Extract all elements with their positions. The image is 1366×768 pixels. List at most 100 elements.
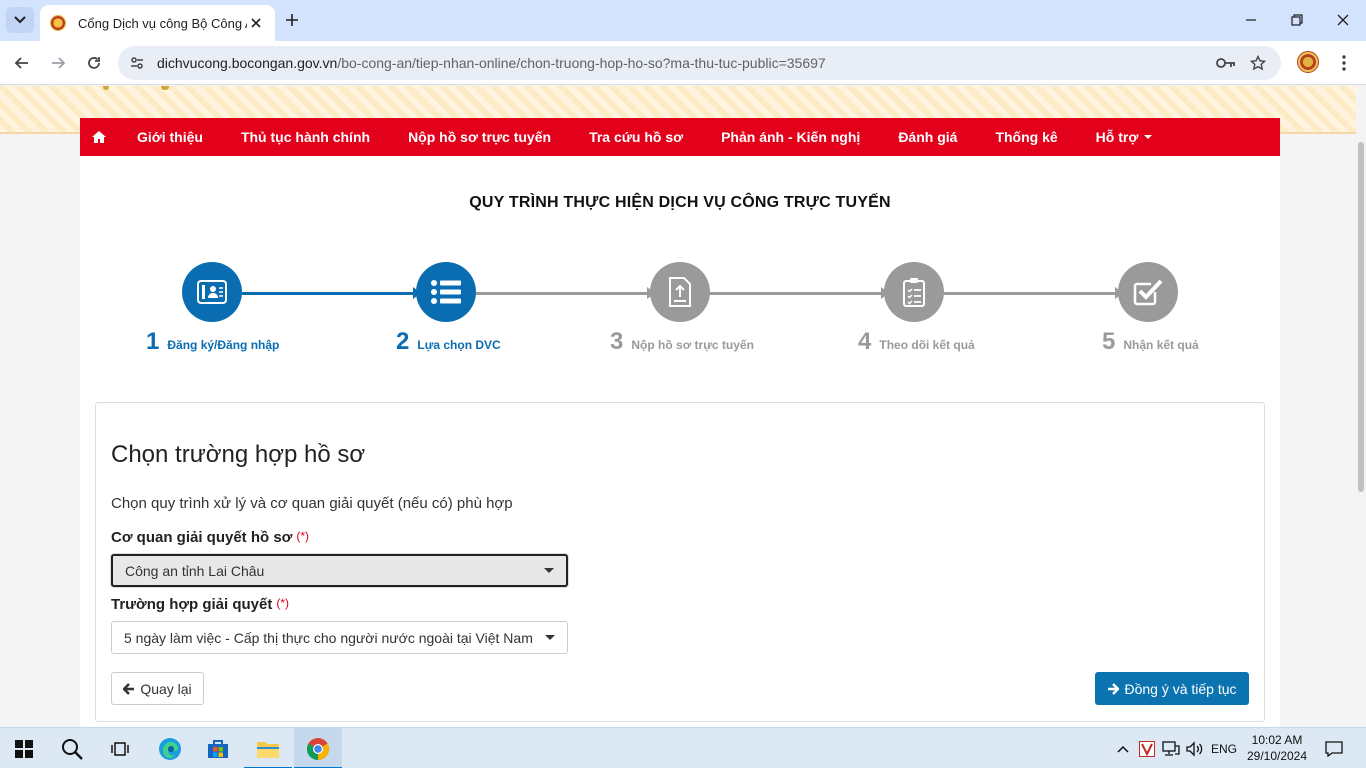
notifications-button[interactable] xyxy=(1320,728,1348,768)
nav-item-ho-tro[interactable]: Hỗ trợ xyxy=(1077,118,1172,156)
step-connector xyxy=(242,292,416,295)
nav-item-phan-anh[interactable]: Phản ánh - Kiến nghị xyxy=(702,118,879,156)
agency-select[interactable]: Công an tỉnh Lai Châu xyxy=(111,554,568,587)
agree-continue-label: Đồng ý và tiếp tục xyxy=(1124,680,1237,697)
required-mark: (*) xyxy=(296,529,310,543)
plus-icon xyxy=(286,14,298,26)
browser-menu-button[interactable] xyxy=(1331,50,1357,76)
case-selection-card: Chọn trường hợp hồ sơ Chọn quy trình xử … xyxy=(95,402,1265,722)
case-select-value: 5 ngày làm việc - Cấp thị thực cho người… xyxy=(124,629,533,646)
scrollbar-thumb[interactable] xyxy=(1358,142,1364,492)
restore-button[interactable] xyxy=(1285,8,1309,32)
url-text: dichvucong.bocongan.gov.vn/bo-cong-an/ti… xyxy=(157,55,826,71)
windows-logo-icon xyxy=(15,739,33,758)
step-number: 2 xyxy=(396,328,410,355)
start-button[interactable] xyxy=(0,728,48,768)
case-field-label: Trường hợp giải quyết (*) xyxy=(111,596,289,613)
site-favicon-icon xyxy=(50,15,66,31)
process-title: QUY TRÌNH THỰC HIỆN DỊCH VỤ CÔNG TRỰC TU… xyxy=(469,194,891,211)
step-text: Nhận kết quả xyxy=(1123,338,1199,352)
close-tab-icon[interactable] xyxy=(247,14,265,32)
upload-document-icon xyxy=(669,277,691,307)
chevron-up-icon xyxy=(1117,745,1129,753)
step-3-circle xyxy=(650,262,710,322)
notification-icon xyxy=(1325,740,1343,757)
caret-down-icon xyxy=(544,568,554,573)
process-steps: 1 Đăng ký/Đăng nhập 2 Lựa chọn DVC 3 Nộp… xyxy=(80,262,1280,362)
reload-button[interactable] xyxy=(81,50,107,76)
folder-icon xyxy=(257,741,279,758)
task-view-icon xyxy=(111,741,129,756)
step-number: 4 xyxy=(858,328,872,355)
nav-item-thong-ke[interactable]: Thống kê xyxy=(976,118,1076,156)
language-indicator[interactable]: ENG xyxy=(1208,728,1240,768)
step-connector xyxy=(944,292,1118,295)
password-key-icon[interactable] xyxy=(1215,52,1237,74)
web-page: Giới thiệu Thủ tục hành chính Nộp hồ sơ … xyxy=(0,86,1366,727)
nav-item-tra-cuu[interactable]: Tra cứu hồ sơ xyxy=(570,118,702,156)
minimize-button[interactable] xyxy=(1239,8,1263,32)
card-title: Chọn trường hợp hồ sơ xyxy=(111,441,366,468)
clipboard-icon xyxy=(903,278,925,307)
edge-app[interactable] xyxy=(146,728,194,768)
new-tab-button[interactable] xyxy=(280,8,304,32)
store-app[interactable] xyxy=(194,728,242,768)
case-label-text: Trường hợp giải quyết xyxy=(111,596,273,613)
id-card-icon xyxy=(197,280,227,304)
taskbar-clock[interactable]: 10:02 AM 29/10/2024 xyxy=(1242,732,1312,764)
forward-button[interactable] xyxy=(45,50,71,76)
close-window-button[interactable] xyxy=(1331,8,1355,32)
nav-item-thu-tuc-hanh-chinh[interactable]: Thủ tục hành chính xyxy=(222,118,389,156)
step-number: 3 xyxy=(610,328,624,355)
page-scrollbar[interactable] xyxy=(1356,86,1366,727)
step-1-circle xyxy=(182,262,242,322)
address-bar[interactable]: dichvucong.bocongan.gov.vn/bo-cong-an/ti… xyxy=(118,46,1281,80)
step-number: 5 xyxy=(1102,328,1116,355)
store-icon xyxy=(208,739,228,758)
back-button[interactable]: Quay lại xyxy=(111,672,204,705)
nav-item-ho-tro-label: Hỗ trợ xyxy=(1095,129,1139,145)
search-button[interactable] xyxy=(48,728,96,768)
edge-icon xyxy=(159,737,181,760)
check-square-icon xyxy=(1133,279,1163,306)
step-5-circle xyxy=(1118,262,1178,322)
case-select[interactable]: 5 ngày làm việc - Cấp thị thực cho người… xyxy=(111,621,568,654)
step-text: Đăng ký/Đăng nhập xyxy=(167,338,280,352)
antivirus-icon xyxy=(1139,740,1155,757)
bookmark-star-icon[interactable] xyxy=(1247,52,1269,74)
browser-toolbar: dichvucong.bocongan.gov.vn/bo-cong-an/ti… xyxy=(0,41,1366,85)
chrome-app[interactable] xyxy=(294,728,342,768)
reload-icon xyxy=(88,57,100,69)
network-icon[interactable] xyxy=(1160,728,1182,768)
task-view-button[interactable] xyxy=(96,728,144,768)
banner-decoration xyxy=(161,86,169,90)
main-navigation: Giới thiệu Thủ tục hành chính Nộp hồ sơ … xyxy=(80,118,1280,156)
tab-search-button[interactable] xyxy=(6,7,34,33)
agree-continue-button[interactable]: Đồng ý và tiếp tục xyxy=(1095,672,1249,705)
browser-tab[interactable]: Cổng Dịch vụ công Bộ Công An xyxy=(40,5,275,41)
url-host: dichvucong.bocongan.gov.vn xyxy=(157,55,338,71)
file-explorer-app[interactable] xyxy=(244,728,292,768)
volume-icon[interactable] xyxy=(1184,728,1206,768)
step-text: Theo dõi kết quả xyxy=(879,338,975,352)
home-icon xyxy=(92,131,106,143)
site-info-icon[interactable] xyxy=(126,52,148,74)
more-vertical-icon xyxy=(1342,55,1346,71)
nav-home[interactable] xyxy=(80,118,118,156)
back-button-label: Quay lại xyxy=(140,680,192,697)
step-1-label: 1 Đăng ký/Đăng nhập xyxy=(146,328,279,356)
nav-item-gioi-thieu[interactable]: Giới thiệu xyxy=(118,118,222,156)
step-text: Nộp hồ sơ trực tuyến xyxy=(631,338,754,352)
profile-avatar[interactable] xyxy=(1297,51,1319,73)
nav-item-danh-gia[interactable]: Đánh giá xyxy=(879,118,976,156)
windows-taskbar: ENG 10:02 AM 29/10/2024 xyxy=(0,727,1366,768)
show-hidden-icons-button[interactable] xyxy=(1112,728,1134,768)
arrow-right-icon xyxy=(1107,682,1120,695)
step-3-label: 3 Nộp hồ sơ trực tuyến xyxy=(610,328,754,356)
nav-item-nop-ho-so[interactable]: Nộp hồ sơ trực tuyến xyxy=(389,118,570,156)
back-button[interactable] xyxy=(9,50,35,76)
card-description: Chọn quy trình xử lý và cơ quan giải quy… xyxy=(111,495,513,512)
main-container: QUY TRÌNH THỰC HIỆN DỊCH VỤ CÔNG TRỰC TU… xyxy=(80,156,1280,727)
caret-down-icon xyxy=(545,635,555,640)
tray-app-icon[interactable] xyxy=(1136,728,1158,768)
